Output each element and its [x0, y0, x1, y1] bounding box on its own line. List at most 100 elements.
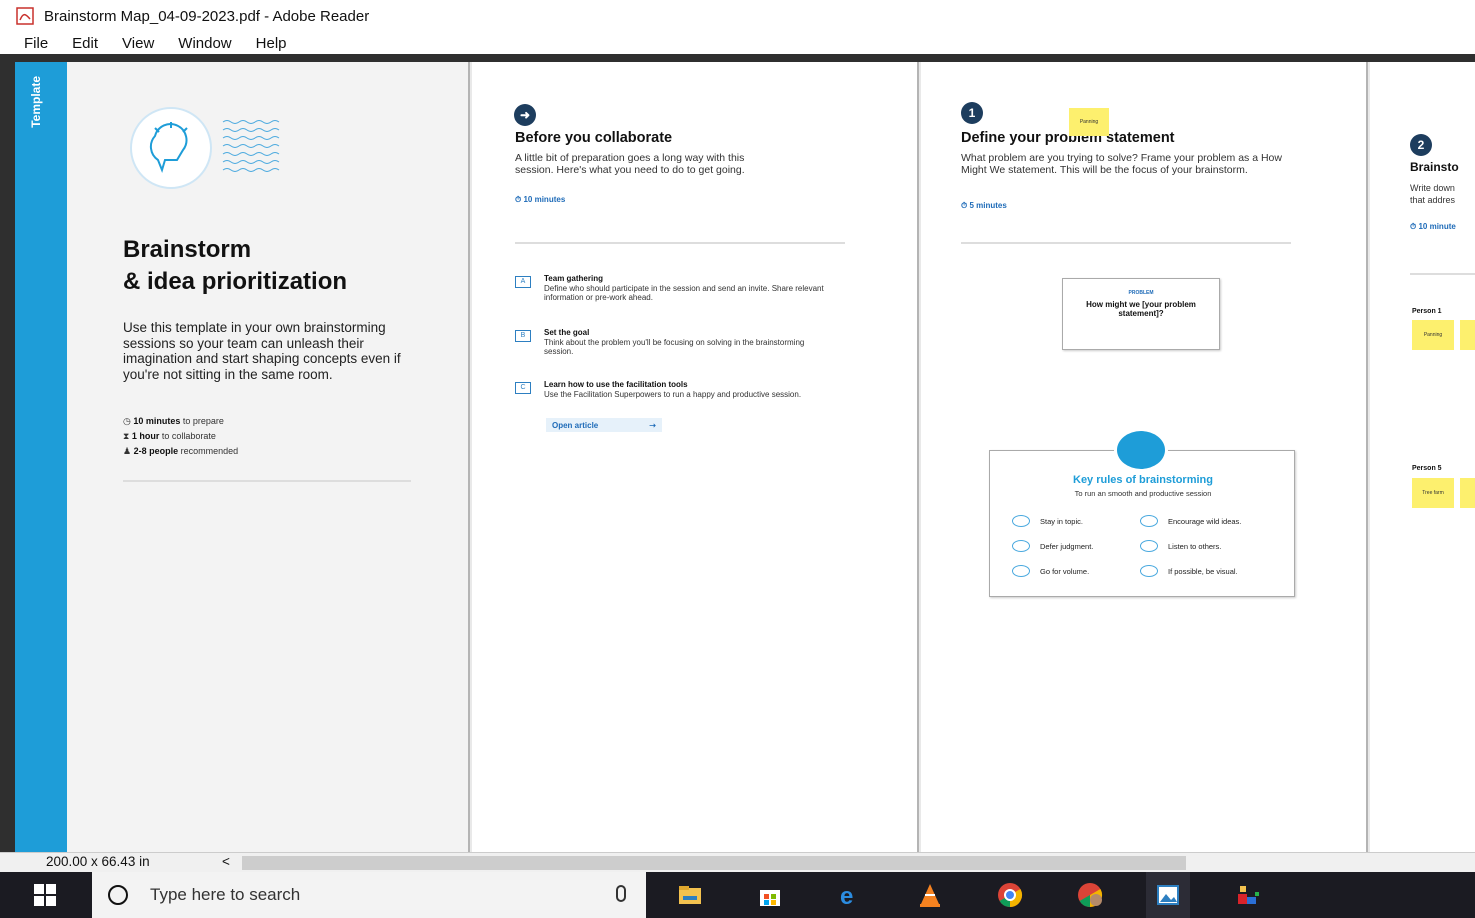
item-desc: Think about the problem you'll be focusi… — [544, 338, 805, 356]
photos-icon — [1157, 885, 1179, 905]
sparkle-icon — [1140, 515, 1158, 527]
menu-view[interactable]: View — [122, 35, 154, 52]
rule-volume: Go for volume. — [1012, 565, 1089, 577]
folder-icon — [679, 886, 701, 904]
arrow-right-icon: ➜ — [514, 104, 536, 126]
lightbulb-illustration-icon — [130, 107, 280, 189]
page3-heading: Define your problem statement — [961, 130, 1175, 146]
menu-bar: File Edit View Window Help — [0, 32, 1475, 54]
person-5-label: Person 5 — [1412, 465, 1442, 472]
menu-help[interactable]: Help — [256, 35, 287, 52]
rule-listen: Listen to others. — [1140, 540, 1221, 552]
judgment-icon — [1012, 540, 1030, 552]
step-number-badge: 2 — [1410, 134, 1432, 156]
chrome-app[interactable] — [988, 872, 1032, 918]
meta-collaborate: ⧗ 1 hour to collaborate — [123, 431, 216, 441]
cortana-icon — [108, 885, 128, 905]
taskbar-search[interactable]: Type here to search — [92, 872, 646, 918]
store-icon — [760, 890, 780, 906]
photos-app[interactable] — [1146, 872, 1190, 918]
sticky-note[interactable]: Tree farm — [1412, 478, 1454, 508]
divider — [1410, 273, 1475, 275]
file-explorer-app[interactable] — [668, 872, 712, 918]
topic-icon — [1012, 515, 1030, 527]
page3-time: ⏱ 5 minutes — [961, 201, 1007, 210]
window-title: Brainstorm Map_04-09-2023.pdf - Adobe Re… — [44, 7, 370, 25]
chrome-profile-icon — [1078, 883, 1103, 907]
stack-icon — [1012, 565, 1030, 577]
step-b-icon: B — [515, 330, 531, 342]
menu-window[interactable]: Window — [178, 35, 231, 52]
page4-time: ⏱ 10 minute — [1410, 222, 1456, 231]
page2-subtitle: A little bit of preparation goes a long … — [515, 152, 745, 176]
rule-stay-on-topic: Stay in topic. — [1012, 515, 1083, 527]
status-bar: 200.00 x 66.43 in < — [0, 852, 1475, 872]
sticky-note[interactable]: Panning — [1412, 320, 1454, 350]
edge-browser-app[interactable]: e — [828, 872, 872, 918]
page2-heading: Before you collaborate — [515, 130, 673, 146]
sticky-note[interactable]: Panning — [1069, 108, 1109, 136]
eye-icon — [1140, 565, 1158, 577]
template-tab: Template — [15, 62, 67, 852]
page-define-problem: 1 Define your problem statement Panning … — [921, 62, 1368, 852]
person-1-label: Person 1 — [1412, 308, 1442, 315]
divider — [961, 242, 1291, 244]
item-desc: Define who should participate in the ses… — [544, 284, 824, 302]
page-before-collaborate: ➜ Before you collaborate A little bit of… — [472, 62, 919, 852]
search-placeholder: Type here to search — [150, 885, 301, 904]
page3-subtitle: What problem are you trying to solve? Fr… — [961, 152, 1282, 176]
page4-heading: Brainsto — [1410, 160, 1459, 174]
item-desc: Use the Facilitation Superpowers to run … — [544, 390, 802, 399]
microphone-icon[interactable] — [616, 885, 626, 902]
meta-people: ♟ 2-8 people recommended — [123, 446, 239, 456]
page4-subtitle: Write down that addres — [1410, 183, 1456, 205]
horizontal-scrollbar[interactable] — [242, 856, 1186, 870]
rule-visual: If possible, be visual. — [1140, 565, 1238, 577]
document-canvas[interactable]: Template Brainstorm & idea prioritizatio… — [15, 62, 1475, 852]
vlc-app[interactable] — [908, 872, 952, 918]
template-title: Brainstorm & idea prioritization — [123, 236, 348, 295]
ear-icon — [1140, 540, 1158, 552]
divider — [515, 242, 845, 244]
step-number-badge: 1 — [961, 102, 983, 124]
step-c-icon: C — [515, 382, 531, 394]
rule-defer-judgment: Defer judgment. — [1012, 540, 1093, 552]
page-brainstorm: 2 Brainsto Write down that addres ⏱ 10 m… — [1370, 62, 1475, 852]
paint-app[interactable] — [1226, 872, 1270, 918]
sticky-note[interactable] — [1460, 478, 1475, 508]
scroll-left-button[interactable]: < — [222, 854, 230, 869]
window-title-bar: Brainstorm Map_04-09-2023.pdf - Adobe Re… — [0, 0, 1475, 32]
item-title: Team gathering — [544, 274, 603, 283]
brainstorm-head-icon — [1114, 428, 1168, 472]
chrome-icon — [998, 883, 1023, 907]
paint-icon — [1238, 886, 1259, 904]
vlc-cone-icon — [920, 884, 940, 907]
chrome-profile-app[interactable] — [1068, 872, 1112, 918]
rule-wild-ideas: Encourage wild ideas. — [1140, 515, 1241, 527]
pdf-file-icon — [16, 7, 34, 25]
arrow-right-icon: ➝ — [649, 420, 656, 430]
sticky-note[interactable] — [1460, 320, 1475, 350]
edge-icon: e — [840, 883, 853, 908]
step-a-icon: A — [515, 276, 531, 288]
page-template-cover: Template Brainstorm & idea prioritizatio… — [15, 62, 470, 852]
meta-prepare: ◷ 10 minutes to prepare — [123, 416, 224, 426]
template-tab-label: Template — [29, 76, 43, 128]
windows-logo-icon — [34, 884, 56, 906]
page-dimensions: 200.00 x 66.43 in — [46, 854, 150, 869]
item-title: Set the goal — [544, 328, 590, 337]
template-description: Use this template in your own brainstorm… — [123, 320, 401, 382]
start-button[interactable] — [0, 872, 90, 918]
item-title: Learn how to use the facilitation tools — [544, 380, 688, 389]
windows-taskbar: Type here to search e — [0, 872, 1475, 918]
open-article-button[interactable]: Open article ➝ — [546, 418, 662, 432]
microsoft-store-app[interactable] — [748, 872, 792, 918]
menu-file[interactable]: File — [24, 35, 48, 52]
document-viewer[interactable]: Template Brainstorm & idea prioritizatio… — [0, 54, 1475, 852]
divider — [123, 480, 411, 482]
rules-subtitle: To run an smooth and productive session — [1074, 489, 1212, 498]
menu-edit[interactable]: Edit — [72, 35, 98, 52]
rules-title: Key rules of brainstorming — [1073, 474, 1213, 486]
key-rules-card: Key rules of brainstorming To run an smo… — [989, 450, 1295, 597]
svg-text:e: e — [840, 883, 853, 908]
